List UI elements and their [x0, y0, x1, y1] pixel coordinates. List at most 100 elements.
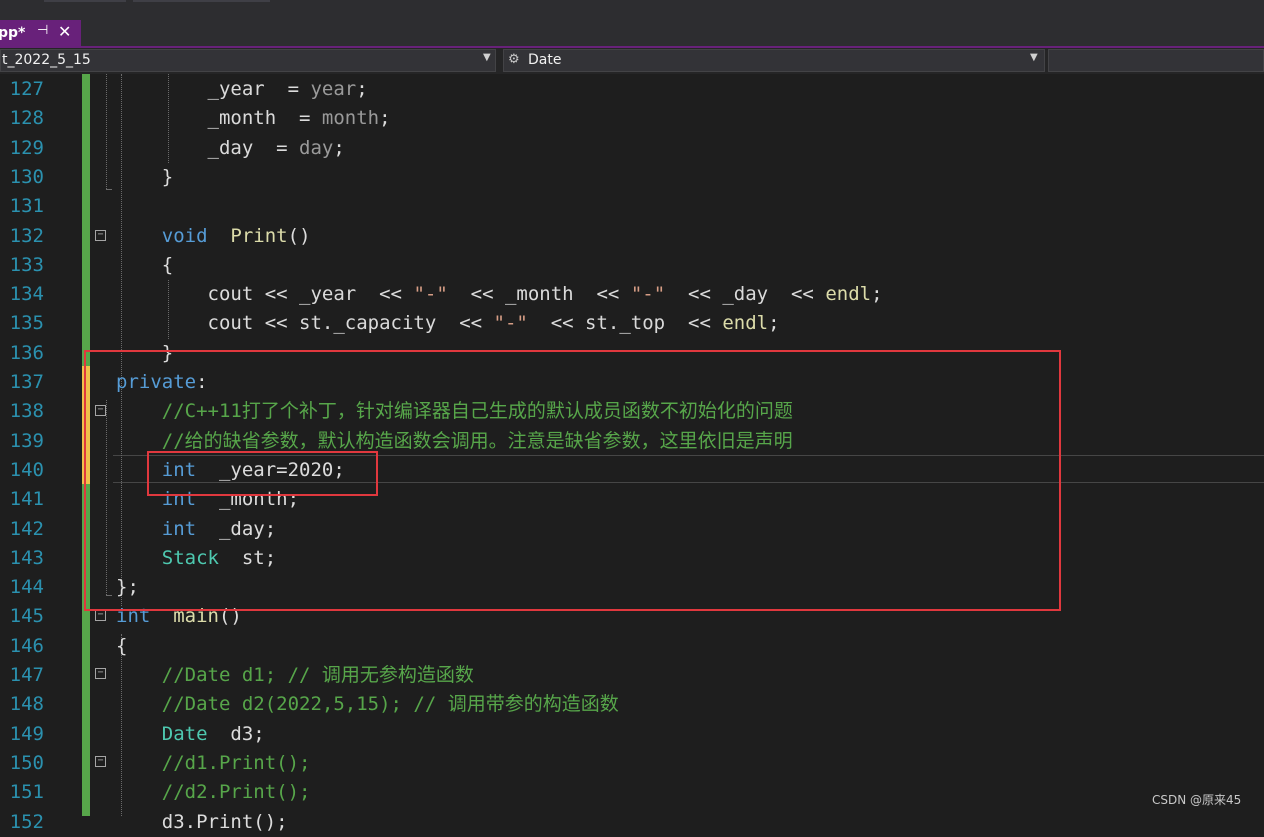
- code-token: Date: [161, 722, 208, 745]
- line-number: 138: [9, 400, 44, 423]
- code-token: endl: [825, 283, 872, 306]
- line-number: 134: [9, 283, 44, 306]
- code-token: month: [321, 107, 380, 130]
- code-line[interactable]: d3.Print();: [116, 808, 288, 837]
- fold-end-marker: [106, 189, 112, 190]
- code-line[interactable]: }: [116, 163, 173, 192]
- class-member-icon: ⚙: [508, 52, 520, 67]
- watermark: CSDN @原来45: [1152, 793, 1242, 807]
- code-line[interactable]: //Date d1; // 调用无参构造函数: [116, 661, 474, 690]
- code-token: ;: [356, 78, 368, 100]
- code-token: ;: [768, 312, 780, 335]
- code-token: <<: [527, 312, 586, 335]
- annotation-box-year-init: [147, 451, 378, 496]
- code-line[interactable]: _day = day;: [116, 134, 345, 163]
- code-line[interactable]: cout << st._capacity << "-" << st._top <…: [116, 309, 780, 338]
- line-number: 135: [9, 312, 44, 335]
- nav-extra-box[interactable]: [1048, 49, 1264, 72]
- code-token: cout <<: [116, 312, 300, 335]
- chevron-down-icon: ▼: [483, 52, 491, 63]
- code-token: "-": [413, 283, 448, 306]
- code-token: st._capacity: [299, 312, 437, 335]
- fold-toggle[interactable]: −: [95, 610, 106, 621]
- code-token: {: [116, 634, 128, 657]
- title-strip-segment: [44, 0, 126, 2]
- code-token: _year: [299, 283, 357, 306]
- code-token: ;: [379, 107, 391, 130]
- line-number: 142: [9, 517, 44, 540]
- line-number: 129: [9, 136, 44, 159]
- title-strip-segment: [133, 0, 270, 2]
- code-token: <<: [356, 283, 414, 306]
- code-token: <<: [665, 283, 723, 306]
- code-token: cout <<: [116, 283, 300, 306]
- code-token: d3.Print();: [116, 810, 288, 833]
- code-token: ;: [333, 136, 345, 159]
- tab-label: pp*: [0, 25, 26, 41]
- member-dropdown[interactable]: ⚙ Date ▼: [503, 49, 1045, 72]
- title-strip: [0, 0, 1264, 20]
- indent-guide: [106, 74, 107, 189]
- line-number: 132: [9, 224, 44, 247]
- line-number: 145: [9, 605, 44, 628]
- pin-icon[interactable]: ⊣: [37, 23, 48, 38]
- code-token: void: [161, 224, 208, 247]
- line-number: 133: [9, 253, 44, 276]
- code-token: =: [264, 78, 311, 100]
- code-token: day: [299, 136, 334, 159]
- code-line[interactable]: //d2.Print();: [116, 778, 311, 807]
- line-number: 144: [9, 576, 44, 599]
- code-line[interactable]: //d1.Print();: [116, 749, 311, 778]
- line-number: 143: [9, 546, 44, 569]
- code-line[interactable]: _month = month;: [116, 104, 391, 133]
- code-line[interactable]: //Date d2(2022,5,15); // 调用带参的构造函数: [116, 690, 619, 719]
- line-number: 152: [9, 810, 44, 833]
- line-number: 128: [9, 107, 44, 130]
- code-token: =: [253, 136, 300, 159]
- code-token: ;: [871, 283, 883, 306]
- code-token: <<: [768, 283, 826, 306]
- code-token: //d2.Print();: [116, 781, 311, 804]
- line-number: 148: [9, 693, 44, 716]
- code-line[interactable]: Date d3;: [116, 720, 265, 749]
- close-icon[interactable]: ✕: [58, 22, 71, 41]
- line-number: 136: [9, 341, 44, 364]
- code-token: <<: [447, 283, 505, 306]
- line-number: 137: [9, 371, 44, 393]
- code-line[interactable]: {: [116, 632, 127, 661]
- code-line[interactable]: {: [116, 251, 173, 280]
- code-token: <<: [573, 283, 631, 306]
- line-number: 130: [9, 165, 44, 188]
- project-dropdown[interactable]: t_2022_5_15 ▼: [0, 49, 496, 72]
- code-token: _year: [116, 78, 265, 100]
- code-token: //d1.Print();: [116, 751, 311, 774]
- fold-toggle[interactable]: −: [95, 230, 106, 241]
- line-number: 146: [9, 634, 44, 657]
- tab-bar: [0, 20, 1264, 46]
- line-number: 149: [9, 722, 44, 745]
- code-token: d3;: [207, 722, 265, 745]
- member-dropdown-value: Date: [528, 52, 562, 68]
- code-line[interactable]: void Print(): [116, 222, 311, 251]
- fold-toggle[interactable]: −: [95, 756, 106, 767]
- code-line[interactable]: cout << _year << "-" << _month << "-" <<…: [116, 280, 883, 309]
- fold-toggle[interactable]: −: [95, 668, 106, 679]
- line-number: 151: [9, 781, 44, 804]
- code-token: =: [276, 107, 322, 130]
- line-number: 139: [9, 429, 44, 452]
- tab-active-file[interactable]: pp* ⊣ ✕: [0, 20, 81, 46]
- code-token: <<: [665, 312, 723, 335]
- line-number: 150: [9, 751, 44, 774]
- code-token: st._top: [585, 312, 666, 335]
- code-token: _month: [504, 283, 574, 306]
- code-token: }: [116, 165, 174, 188]
- code-token: <<: [436, 312, 494, 335]
- code-token: _month: [116, 107, 277, 130]
- code-token: endl: [722, 312, 769, 335]
- project-dropdown-value: t_2022_5_15: [2, 52, 91, 68]
- code-token: _day: [722, 283, 769, 306]
- code-line[interactable]: _year = year;: [116, 75, 368, 104]
- code-token: year: [310, 78, 357, 100]
- code-token: Print: [230, 224, 288, 247]
